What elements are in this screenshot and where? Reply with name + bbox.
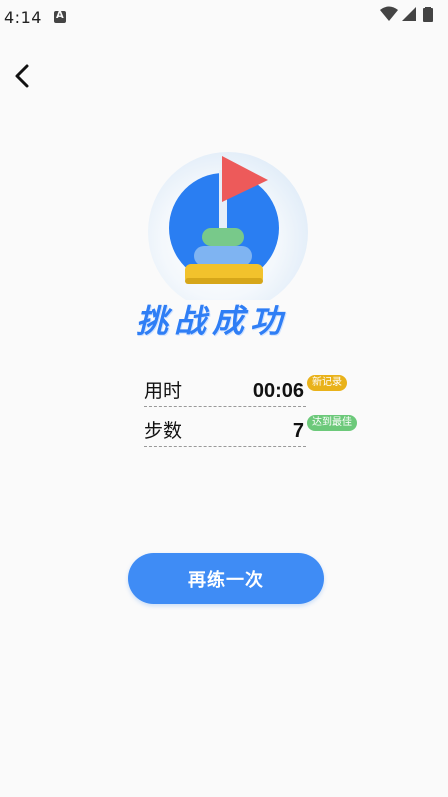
battery-icon — [423, 7, 433, 22]
a-icon — [54, 10, 66, 23]
new-record-badge: 新记录 — [307, 375, 347, 391]
stat-row-steps: 步数 7 — [144, 414, 306, 447]
stat-value-time: 00:06 — [252, 380, 304, 402]
status-bar: 4:14 — [0, 0, 448, 32]
result-screen: 4:14 A 挑战成功 用时 00:06 新记录 步数 7 达到最佳 再练一次 — [0, 0, 448, 797]
status-time: 4:14 — [4, 8, 42, 27]
back-button[interactable] — [8, 60, 36, 92]
retry-button[interactable]: 再练一次 — [128, 553, 324, 604]
stat-row-time: 用时 00:06 — [144, 374, 306, 407]
stat-label-steps: 步数 — [144, 420, 183, 442]
success-illustration — [130, 140, 330, 312]
chevron-left-icon — [15, 64, 29, 88]
page-title: 挑战成功 — [136, 302, 289, 340]
stat-label-time: 用时 — [144, 380, 183, 402]
signal-icon — [402, 7, 416, 21]
status-icons — [378, 5, 440, 27]
wifi-icon — [380, 6, 398, 21]
best-achieved-badge: 达到最佳 — [307, 415, 357, 431]
hanoi-tower-flag-icon — [148, 152, 308, 312]
stat-value-steps: 7 — [292, 420, 304, 442]
